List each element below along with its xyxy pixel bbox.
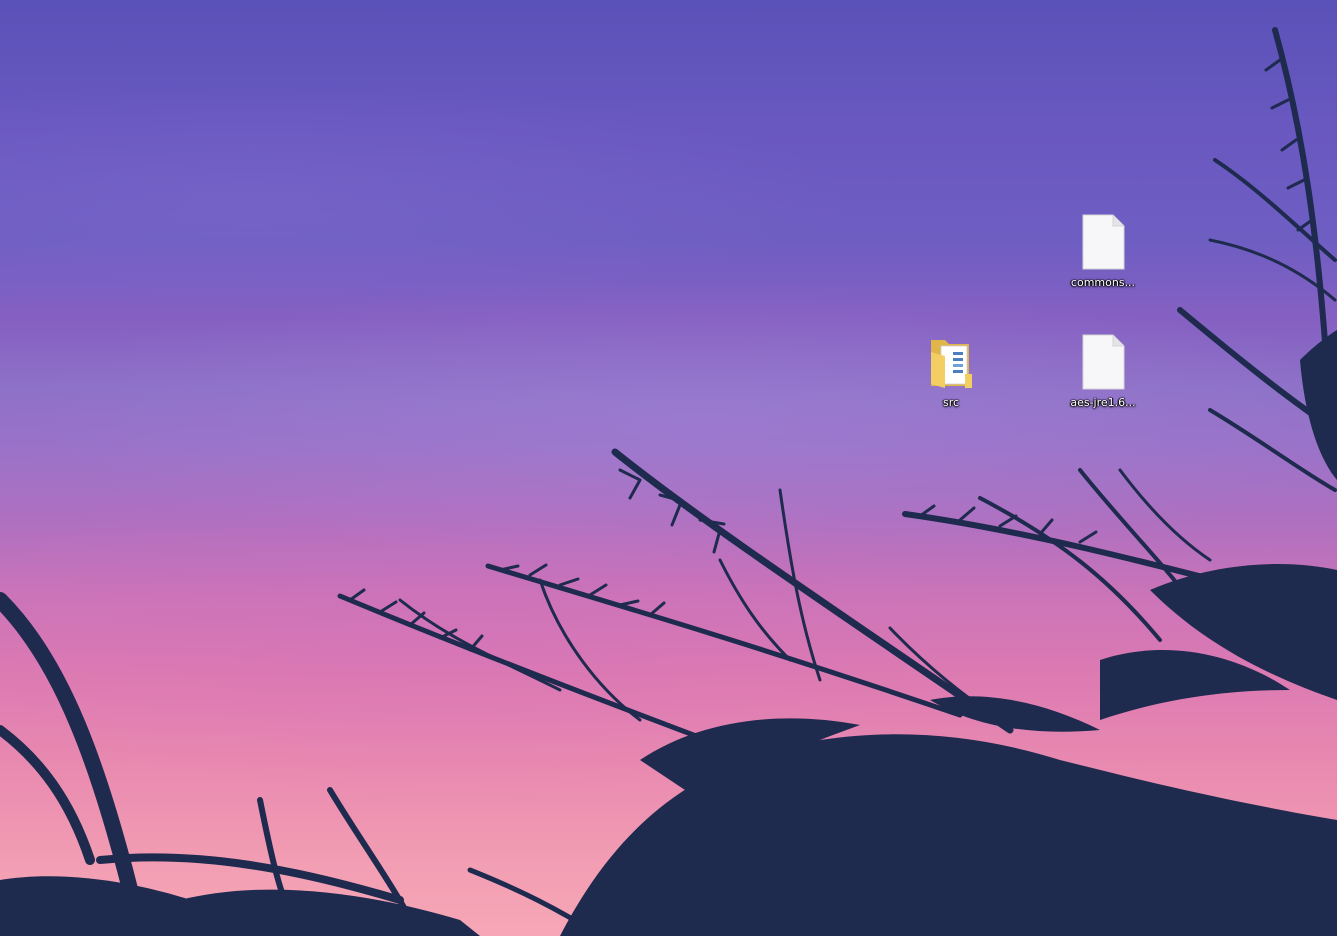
desktop[interactable]: commons... src aes-jre1.6... — [0, 0, 1337, 936]
desktop-icon-aes-jre[interactable]: aes-jre1.6... — [1065, 334, 1141, 420]
desktop-icon-label: aes-jre1.6... — [1070, 396, 1136, 409]
generic-file-icon — [1082, 334, 1125, 390]
generic-file-icon — [1082, 214, 1125, 270]
desktop-icon-commons[interactable]: commons... — [1065, 214, 1141, 300]
folder-icon — [931, 340, 972, 388]
desktop-icon-label: commons... — [1070, 276, 1136, 289]
desktop-icon-label: src — [942, 396, 960, 409]
desktop-icon-src[interactable]: src — [913, 334, 989, 420]
wallpaper-plant-silhouette — [0, 27, 1337, 936]
